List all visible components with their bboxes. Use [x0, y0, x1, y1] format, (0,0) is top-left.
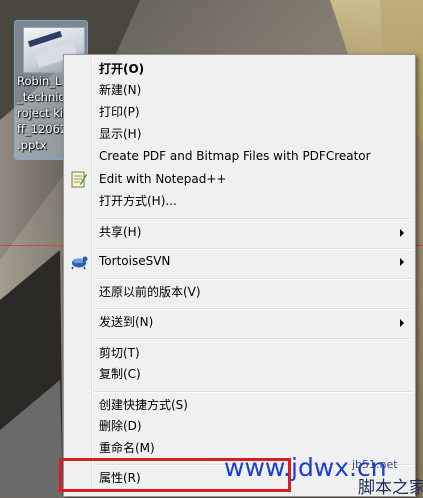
menu-item-label: 还原以前的版本(V) [99, 285, 201, 299]
menu-item-label: Create PDF and Bitmap Files with PDFCrea… [99, 149, 371, 163]
menu-item-show[interactable]: 显示(H) [67, 124, 412, 145]
menu-item-label: Edit with Notepad++ [99, 172, 227, 186]
menu-item-create-pdf[interactable]: Create PDF and Bitmap Files with PDFCrea… [67, 146, 412, 167]
menu-item-label: TortoiseSVN [99, 254, 171, 268]
menu-item-label: 显示(H) [99, 127, 142, 141]
menu-item-print[interactable]: 打印(P) [67, 102, 412, 123]
menu-item-share[interactable]: 共享(H) [67, 222, 412, 243]
menu-item-delete[interactable]: 删除(D) [67, 416, 412, 437]
menu-item-open-with[interactable]: 打开方式(H)... [67, 191, 412, 212]
menu-item-send-to[interactable]: 发送到(N) [67, 312, 412, 333]
menu-item-copy[interactable]: 复制(C) [67, 364, 412, 385]
menu-item-open[interactable]: 打开(O) [67, 59, 412, 80]
submenu-arrow-icon [400, 229, 404, 237]
menu-separator [94, 248, 412, 250]
tortoisesvn-icon [70, 253, 88, 270]
menu-item-restore-previous[interactable]: 还原以前的版本(V) [67, 282, 412, 303]
menu-item-label: 复制(C) [99, 367, 141, 381]
menu-item-label: 打印(P) [99, 105, 140, 119]
menu-item-label: 重命名(M) [99, 441, 155, 455]
watermark-small: jb51.net [352, 458, 398, 471]
notepad-plus-plus-icon [70, 171, 88, 188]
menu-item-label: 剪切(T) [99, 346, 140, 360]
menu-separator [94, 278, 412, 280]
menu-separator [94, 391, 412, 393]
submenu-arrow-icon [400, 319, 404, 327]
menu-item-label: 删除(D) [99, 419, 142, 433]
menu-item-tortoisesvn[interactable]: TortoiseSVN [67, 251, 412, 272]
menu-item-label: 共享(H) [99, 225, 142, 239]
menu-item-label: 打开(O) [99, 62, 145, 76]
menu-separator [94, 218, 412, 220]
menu-item-new[interactable]: 新建(N) [67, 80, 412, 101]
menu-item-label: 新建(N) [99, 83, 142, 97]
menu-item-label: 打开方式(H)... [99, 194, 177, 208]
menu-separator [94, 308, 412, 310]
watermark-site-name: 脚本之家 [358, 478, 423, 498]
menu-item-edit-notepadpp[interactable]: Edit with Notepad++ [67, 169, 412, 190]
menu-item-label: 发送到(N) [99, 315, 154, 329]
menu-item-create-shortcut[interactable]: 创建快捷方式(S) [67, 395, 412, 416]
menu-item-cut[interactable]: 剪切(T) [67, 343, 412, 364]
menu-item-label: 创建快捷方式(S) [99, 398, 188, 412]
menu-separator [94, 338, 412, 340]
context-menu: 打开(O) 新建(N) 打印(P) 显示(H) Create PDF and B… [63, 54, 416, 497]
submenu-arrow-icon [400, 258, 404, 266]
